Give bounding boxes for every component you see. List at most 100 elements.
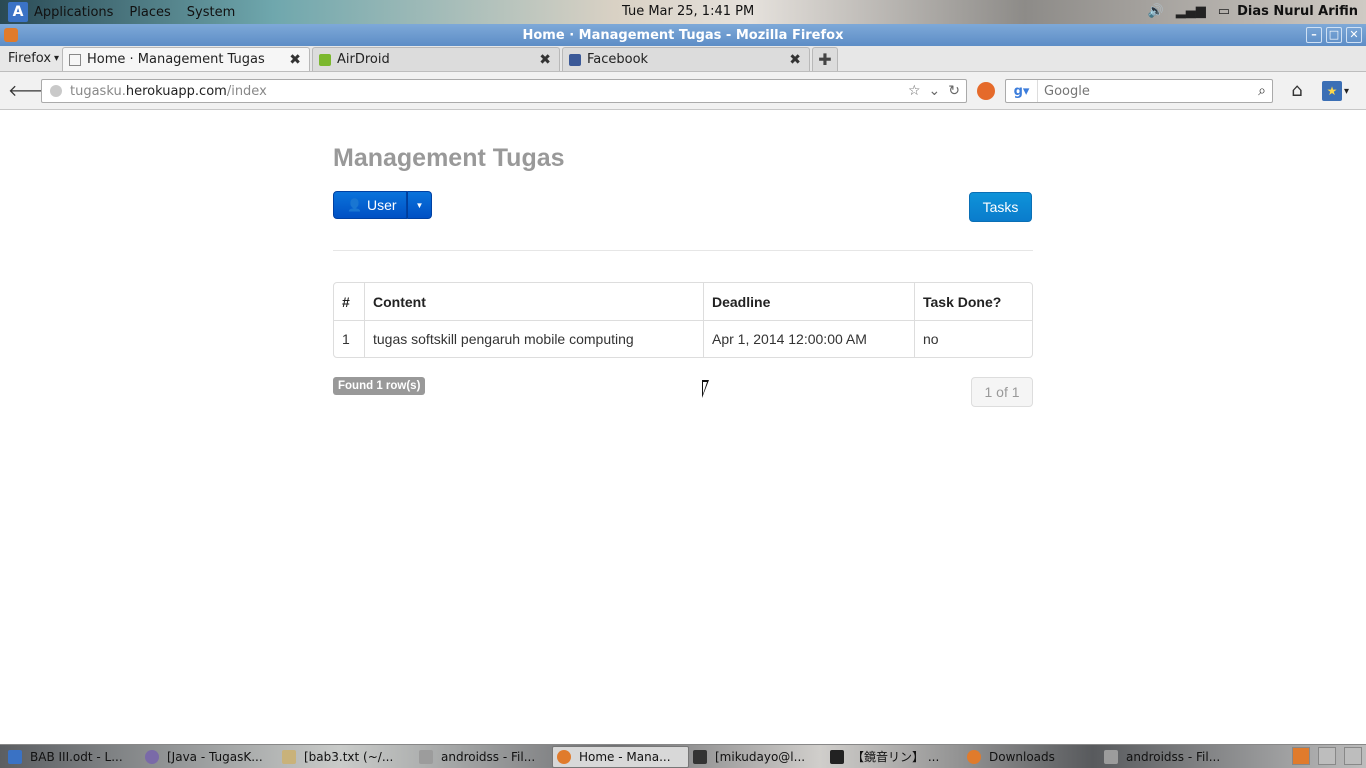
maximize-button[interactable]: □ (1326, 27, 1342, 43)
addon-block-icon[interactable] (977, 82, 995, 100)
taskbar-item-firefox[interactable]: Home - Mana... (552, 745, 689, 768)
new-tab-button[interactable]: ✚ (812, 47, 838, 71)
taskbar-item-label: [mikudayo@l... (715, 749, 806, 764)
close-window-button[interactable]: ✕ (1346, 27, 1362, 43)
window-titlebar[interactable]: Home · Management Tugas - Mozilla Firefo… (0, 24, 1366, 46)
terminal-icon (693, 749, 707, 764)
tab-facebook[interactable]: Facebook ✖ (562, 47, 810, 71)
column-header-number: # (342, 293, 350, 310)
url-bar[interactable]: tugasku. herokuapp.com/index ☆ ⌄ ↻ (41, 79, 967, 103)
reload-icon[interactable]: ↻ (948, 83, 960, 99)
home-icon[interactable]: ⌂ (1286, 80, 1308, 102)
tab-home-management-tugas[interactable]: Home · Management Tugas ✖ (62, 47, 310, 71)
page-icon (69, 53, 81, 66)
window-title: Home · Management Tugas - Mozilla Firefo… (522, 27, 844, 43)
cell-deadline: Apr 1, 2014 12:00:00 AM (703, 320, 914, 357)
search-input[interactable] (1038, 80, 1252, 102)
taskbar-item-label: 【鏡音リン】 ... (852, 750, 940, 764)
user-dropdown-toggle[interactable]: ▼ (407, 191, 432, 219)
column-header-content: Content (364, 283, 703, 320)
tasks-button[interactable]: Tasks (969, 192, 1032, 222)
taskbar-item-bab3-txt[interactable]: [bab3.txt (~/... (278, 746, 415, 768)
user-button-label: User (366, 197, 397, 213)
text-editor-icon (282, 749, 296, 764)
column-header-deadline: Deadline (703, 283, 914, 320)
file-manager-icon (419, 749, 433, 764)
taskbar-item-label: androidss - Fil... (1126, 749, 1221, 764)
airdroid-icon (319, 53, 331, 66)
taskbar-item-label: [bab3.txt (~/... (304, 749, 394, 764)
system-menu[interactable]: System (187, 5, 235, 20)
taskbar-item-video[interactable]: 【鏡音リン】 ... (826, 746, 963, 768)
user-button[interactable]: 👤 User (333, 191, 407, 219)
google-engine-icon[interactable]: g▾ (1006, 80, 1038, 102)
applications-menu[interactable]: Applications (34, 5, 113, 20)
panel-clock[interactable]: Tue Mar 25, 1:41 PM (622, 4, 754, 19)
tasks-table: # Content Deadline Task Done? 1 tugas so… (333, 282, 1033, 358)
workspace-switcher (1292, 747, 1362, 765)
taskbar-item-bab-iii[interactable]: BAB III.odt - L... (4, 746, 141, 768)
bookmark-star-icon[interactable]: ☆ (908, 83, 921, 99)
firefox-icon[interactable] (1292, 747, 1310, 765)
bookmarks-icon: ★ (1322, 81, 1342, 101)
taskbar-item-label: BAB III.odt - L... (30, 749, 123, 764)
firefox-icon (557, 749, 571, 764)
taskbar-item-java[interactable]: [Java - TugasK... (141, 746, 278, 768)
taskbar-item-label: androidss - Fil... (441, 749, 536, 764)
table-row[interactable]: 1 tugas softskill pengaruh mobile comput… (334, 320, 1032, 357)
chevron-down-icon[interactable]: ⌄ (929, 83, 941, 99)
site-identity-icon[interactable] (50, 85, 62, 97)
trash-icon[interactable] (1344, 747, 1362, 765)
cell-number: 1 (334, 320, 364, 357)
taskbar-item-label: [Java - TugasK... (167, 749, 263, 764)
taskbar-item-terminal[interactable]: [mikudayo@l... (689, 746, 826, 768)
video-player-icon (830, 749, 844, 764)
close-tab-icon[interactable]: ✖ (539, 52, 551, 68)
cell-task-done: no (914, 320, 1032, 357)
battery-icon[interactable]: ▭ (1218, 4, 1230, 19)
tab-label: Home · Management Tugas (87, 52, 265, 67)
close-tab-icon[interactable]: ✖ (789, 52, 801, 68)
caret-down-icon: ▼ (415, 200, 424, 210)
taskbar-item-androidss-1[interactable]: androidss - Fil... (415, 746, 552, 768)
taskbar-item-androidss-2[interactable]: androidss - Fil... (1100, 746, 1237, 768)
system-tray: 🔊 ▂▄▆ ▭ (1148, 4, 1230, 19)
taskbar-item-label: Downloads (989, 749, 1055, 764)
pagination-indicator[interactable]: 1 of 1 (971, 377, 1033, 407)
chevron-down-icon: ▾ (54, 52, 60, 64)
url-bar-actions: ☆ ⌄ ↻ (908, 83, 960, 99)
taskbar-item-label: Home - Mana... (579, 749, 671, 764)
url-subdomain: tugasku. (70, 83, 126, 99)
row-count-badge: Found 1 row(s) (333, 377, 426, 395)
firefox-menu-button[interactable]: Firefox ▾ (0, 45, 62, 71)
user-menu[interactable]: Dias Nurul Arifin (1237, 4, 1358, 19)
cell-content: tugas softskill pengaruh mobile computin… (364, 320, 703, 357)
back-button[interactable]: 🡐 (8, 80, 51, 100)
file-manager-icon (1104, 749, 1118, 764)
tab-airdroid[interactable]: AirDroid ✖ (312, 47, 560, 71)
top-panel: A Applications Places System Tue Mar 25,… (0, 0, 1366, 24)
distro-logo-icon[interactable]: A (8, 2, 28, 22)
chevron-down-icon: ▾ (1344, 85, 1350, 97)
workspace-icon[interactable] (1318, 747, 1336, 765)
taskbar-item-downloads[interactable]: Downloads (963, 746, 1100, 768)
navigation-toolbar: 🡐 tugasku.herokuapp.com/index ☆ ⌄ ↻ g▾ ⌕… (0, 72, 1366, 110)
close-tab-icon[interactable]: ✖ (289, 52, 301, 68)
search-bar: g▾ ⌕ (1005, 79, 1273, 103)
signal-icon[interactable]: ▂▄▆ (1176, 4, 1206, 19)
table-header-row: # Content Deadline Task Done? (334, 283, 1032, 320)
divider (333, 250, 1033, 251)
bookmarks-menu-button[interactable]: ★ ▾ (1322, 80, 1356, 102)
url-path: /index (226, 83, 267, 99)
volume-icon[interactable]: 🔊 (1148, 4, 1164, 19)
window-controls: – □ ✕ (1306, 27, 1362, 43)
document-icon (8, 749, 22, 764)
column-header-task-done: Task Done? (914, 283, 1032, 320)
places-menu[interactable]: Places (129, 5, 170, 20)
minimize-button[interactable]: – (1306, 27, 1322, 43)
firefox-window-icon[interactable] (4, 28, 18, 42)
tab-strip: Firefox ▾ Home · Management Tugas ✖ AirD… (0, 46, 1366, 72)
firefox-menu-label: Firefox (8, 50, 52, 66)
search-icon[interactable]: ⌕ (1252, 83, 1272, 99)
user-button-group: 👤 User ▼ (333, 191, 432, 219)
